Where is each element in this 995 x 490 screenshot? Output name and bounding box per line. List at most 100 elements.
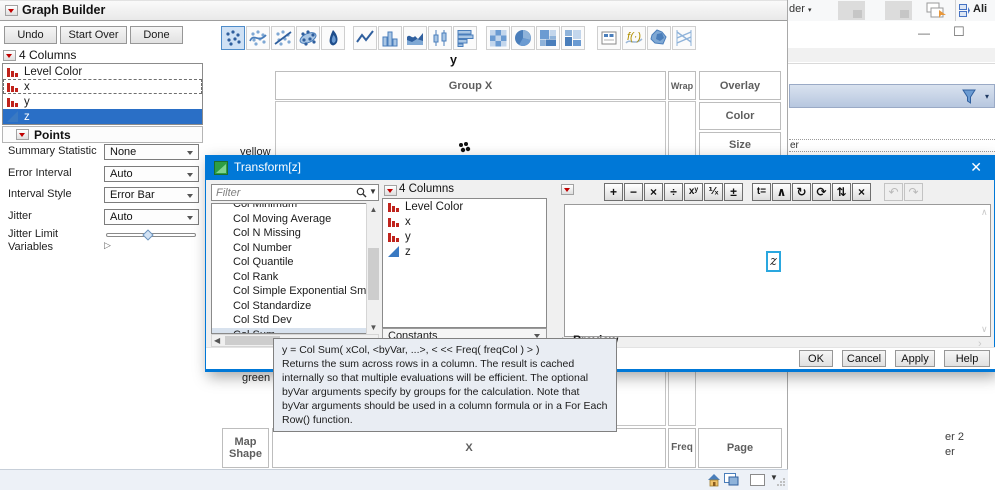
ellipse-element-icon[interactable] (296, 26, 320, 50)
function-item-partial[interactable]: Col Minimum (212, 204, 378, 212)
treemap-element-icon[interactable] (536, 26, 560, 50)
function-item-col-standardize[interactable]: Col Standardize (212, 299, 378, 314)
variables-label: Variables (8, 241, 54, 253)
delete-button[interactable]: × (852, 183, 871, 201)
filter-caret-icon[interactable]: ▾ (985, 92, 989, 101)
drop-zone-wrap[interactable]: Wrap (668, 71, 696, 100)
reciprocal-button[interactable]: ⅟ₓ (704, 183, 723, 201)
canvas-scroll-up-icon[interactable]: ∧ (981, 207, 988, 218)
formula-element-icon[interactable]: f(·) (622, 26, 646, 50)
formula-term-z[interactable]: z (766, 251, 781, 272)
filter-input[interactable] (211, 184, 379, 201)
red-triangle-dialog-columns-icon[interactable] (384, 185, 397, 196)
function-item-col-std-dev[interactable]: Col Std Dev (212, 313, 378, 328)
divide-button[interactable]: ÷ (664, 183, 683, 201)
red-triangle-columns-icon[interactable] (3, 50, 16, 61)
function-item-col-simple-exponential-smo[interactable]: Col Simple Exponential Smo (212, 284, 378, 299)
bar-element-icon[interactable] (378, 26, 402, 50)
function-item-col-number[interactable]: Col Number (212, 241, 378, 256)
done-button[interactable]: Done (130, 26, 183, 44)
points-element-icon[interactable] (221, 26, 245, 50)
rotate-button[interactable]: ↻ (792, 183, 811, 201)
contour-element-icon[interactable] (321, 26, 345, 50)
apply-button[interactable]: Apply (895, 350, 935, 367)
column-item-level-color[interactable]: Level Color (3, 64, 202, 79)
column-item-z[interactable]: z (383, 244, 546, 259)
invert-button[interactable]: ⇅ (832, 183, 851, 201)
smoother-element-icon[interactable] (246, 26, 270, 50)
help-button[interactable]: Help (944, 350, 990, 367)
column-item-y[interactable]: y (3, 94, 202, 109)
subtract-button[interactable]: − (624, 183, 643, 201)
window-switch-icon[interactable] (724, 473, 739, 486)
filter-dropdown-icon[interactable]: ▼ (369, 187, 377, 196)
drop-zone-page[interactable]: Page (698, 428, 782, 468)
column-item-label: z (405, 245, 411, 258)
column-item-x[interactable]: x (3, 79, 202, 94)
drop-zone-x[interactable]: X (272, 428, 666, 468)
line-of-fit-element-icon[interactable] (271, 26, 295, 50)
drop-zone-freq[interactable]: Freq (668, 428, 696, 468)
close-icon[interactable]: ✕ (970, 159, 982, 175)
ribbon-menu-fragment[interactable]: der ▾ (789, 3, 811, 15)
power-button[interactable]: xʸ (684, 183, 703, 201)
red-triangle-menu-icon[interactable] (5, 5, 18, 16)
align-label-fragment[interactable]: Ali (973, 3, 987, 15)
cancel-button[interactable]: Cancel (842, 350, 886, 367)
svg-text:f(·): f(·) (627, 31, 641, 43)
histogram-element-icon[interactable] (453, 26, 477, 50)
ribbon-divider (955, 0, 956, 21)
resize-grip-icon[interactable] (776, 477, 786, 487)
area-element-icon[interactable] (403, 26, 427, 50)
function-item-col-n-missing[interactable]: Col N Missing (212, 226, 378, 241)
undo-button[interactable]: Undo (4, 26, 57, 44)
undo-button: ↶ (884, 183, 903, 201)
map-shape-element-icon[interactable] (647, 26, 671, 50)
drop-zone-group-x[interactable]: Group X (275, 71, 666, 100)
peel-expression-button[interactable]: ∧ (772, 183, 791, 201)
red-triangle-formula-icon[interactable] (561, 184, 574, 195)
home-icon[interactable] (707, 473, 721, 487)
interval-style-dropdown[interactable]: Error Bar (104, 187, 199, 203)
summary-statistic-dropdown[interactable]: None (104, 144, 199, 160)
multiply-button[interactable]: × (644, 183, 663, 201)
function-item-col-quantile[interactable]: Col Quantile (212, 255, 378, 270)
heatmap-element-icon[interactable] (486, 26, 510, 50)
window-arrange-icon[interactable] (926, 2, 948, 20)
function-item-col-moving-average[interactable]: Col Moving Average (212, 212, 378, 227)
swap-terms-button[interactable]: ⟳ (812, 183, 831, 201)
column-item-z[interactable]: z (3, 109, 202, 124)
mosaic-element-icon[interactable] (561, 26, 585, 50)
jitter-dropdown[interactable]: Auto (104, 209, 199, 225)
column-item-y[interactable]: y (383, 229, 546, 244)
column-item-level-color[interactable]: Level Color (383, 199, 546, 214)
caption-box-element-icon[interactable] (597, 26, 621, 50)
transform-dialog-titlebar[interactable]: Transform[z] ✕ (206, 156, 994, 180)
function-list-scrollbar[interactable]: ▲ ▼ (366, 203, 379, 334)
line-element-icon[interactable] (353, 26, 377, 50)
variables-expander-icon[interactable]: ▷ (104, 240, 111, 251)
canvas-scroll-down-icon[interactable]: ∨ (981, 324, 988, 335)
add-button[interactable]: + (604, 183, 623, 201)
y-axis-label-green: green (242, 372, 271, 384)
filter-funnel-icon[interactable] (962, 89, 976, 105)
box-plot-element-icon[interactable] (428, 26, 452, 50)
column-item-x[interactable]: x (383, 214, 546, 229)
drop-zone-map-shape[interactable]: Map Shape (222, 428, 269, 468)
unary-sign-button[interactable]: ± (724, 183, 743, 201)
marker-color-swatch[interactable] (750, 474, 765, 486)
parallel-plot-element-icon[interactable] (672, 26, 696, 50)
drop-zone-overlay[interactable]: Overlay (699, 71, 781, 100)
formula-canvas[interactable]: z (564, 204, 991, 337)
drop-zone-color[interactable]: Color (699, 102, 781, 130)
start-over-button[interactable]: Start Over (60, 26, 127, 44)
minimize-icon[interactable]: — (918, 26, 930, 40)
ok-button[interactable]: OK (799, 350, 833, 367)
function-item-col-rank[interactable]: Col Rank (212, 270, 378, 285)
local-variable-button[interactable]: t= (752, 183, 771, 201)
maximize-icon[interactable]: ☐ (953, 24, 965, 40)
error-interval-dropdown[interactable]: Auto (104, 166, 199, 182)
jitter-limit-slider-thumb[interactable] (142, 229, 154, 241)
pie-element-icon[interactable] (511, 26, 535, 50)
red-triangle-points-icon[interactable] (16, 129, 29, 140)
